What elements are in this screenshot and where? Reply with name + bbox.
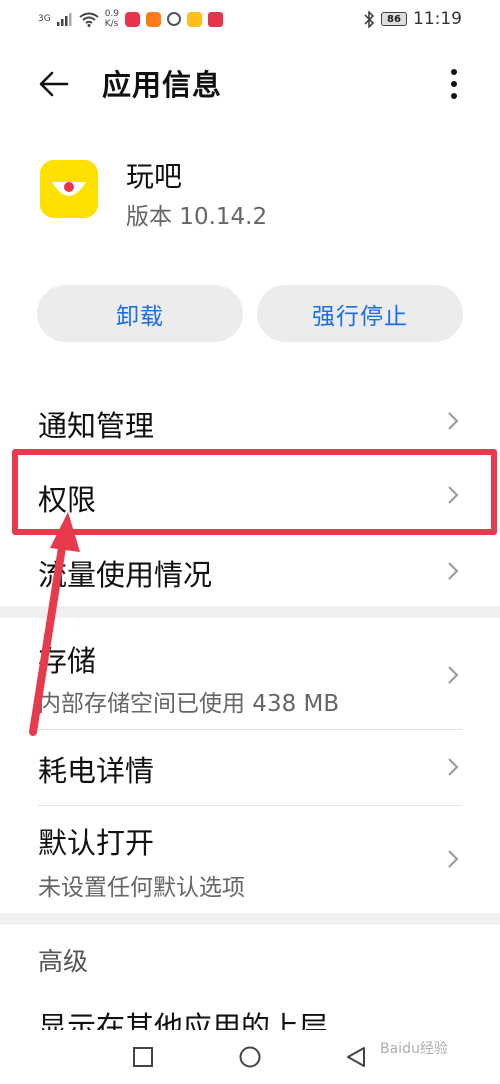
- settings-item-open-by-default[interactable]: 默认打开 未设置任何默认选项: [0, 808, 500, 910]
- settings-item-label: 存储: [38, 644, 97, 678]
- notification-app-icon: [125, 11, 141, 27]
- settings-item-label: 默认打开: [38, 826, 155, 860]
- home-circle-icon[interactable]: [239, 1046, 261, 1068]
- settings-item-label: 流量使用情况: [38, 558, 213, 592]
- battery-level: 86: [387, 13, 401, 25]
- chevron-right-icon: [448, 666, 459, 684]
- speed-unit: K/s: [104, 19, 119, 29]
- status-left: 3G 0.9 K/s: [38, 9, 224, 29]
- signal-icon: [56, 13, 72, 26]
- status-right: 86 11:19: [363, 9, 462, 29]
- settings-item-data-usage[interactable]: 流量使用情况: [0, 538, 500, 604]
- back-arrow-icon: [39, 71, 69, 97]
- wanba-logo-icon: [40, 160, 98, 218]
- video-app-icon: [146, 11, 162, 27]
- settings-item-battery-usage[interactable]: 耗电详情: [0, 732, 500, 804]
- more-vertical-icon: [451, 69, 457, 99]
- clock: 11:19: [413, 9, 462, 29]
- section-header-advanced: 高级: [38, 947, 89, 976]
- settings-item-label: 耗电详情: [38, 754, 155, 788]
- uninstall-button[interactable]: 卸载: [37, 285, 243, 342]
- row-divider: [38, 805, 462, 806]
- more-options-button[interactable]: [440, 64, 468, 104]
- network-type: 3G: [38, 14, 51, 24]
- row-divider: [38, 729, 462, 730]
- app-bar: 应用信息: [0, 48, 500, 118]
- back-button[interactable]: [34, 64, 74, 104]
- section-divider: [0, 913, 500, 925]
- app-version: 版本 10.14.2: [126, 204, 268, 230]
- settings-item-storage[interactable]: 存储 内部存储空间已使用 438 MB: [0, 624, 500, 728]
- settings-item-detail: 未设置任何默认选项: [38, 875, 245, 901]
- section-divider: [0, 606, 500, 618]
- wifi-icon: [79, 12, 99, 27]
- red-app-icon: [208, 11, 224, 27]
- chevron-right-icon: [448, 562, 459, 580]
- settings-item-display-over-apps[interactable]: 显示在其他应用的上层: [0, 1000, 500, 1030]
- status-bar: 3G 0.9 K/s 86 11:19: [0, 0, 500, 38]
- app-name: 玩吧: [126, 160, 183, 193]
- watermark: Baidu经验: [380, 1041, 448, 1057]
- speed-value: 0.9: [104, 9, 120, 19]
- settings-item-label: 通知管理: [38, 409, 155, 443]
- chevron-right-icon: [448, 850, 459, 868]
- yellow-app-icon: [187, 11, 203, 27]
- settings-item-detail: 内部存储空间已使用 438 MB: [38, 691, 340, 717]
- app-icon: [40, 160, 98, 218]
- network-speed: 0.9 K/s: [105, 9, 119, 29]
- annotation-highlight-box: [12, 449, 497, 535]
- settings-item-label: 显示在其他应用的上层: [38, 1010, 329, 1030]
- circle-app-icon: [167, 12, 182, 26]
- back-triangle-icon[interactable]: [345, 1046, 367, 1068]
- settings-item-notification[interactable]: 通知管理: [0, 390, 500, 456]
- recents-square-icon[interactable]: [132, 1046, 154, 1068]
- force-stop-button[interactable]: 强行停止: [257, 285, 463, 342]
- chevron-right-icon: [448, 758, 459, 776]
- chevron-right-icon: [448, 412, 459, 430]
- page-title: 应用信息: [102, 68, 223, 102]
- bluetooth-icon: [364, 10, 375, 28]
- battery-icon: 86: [381, 12, 407, 26]
